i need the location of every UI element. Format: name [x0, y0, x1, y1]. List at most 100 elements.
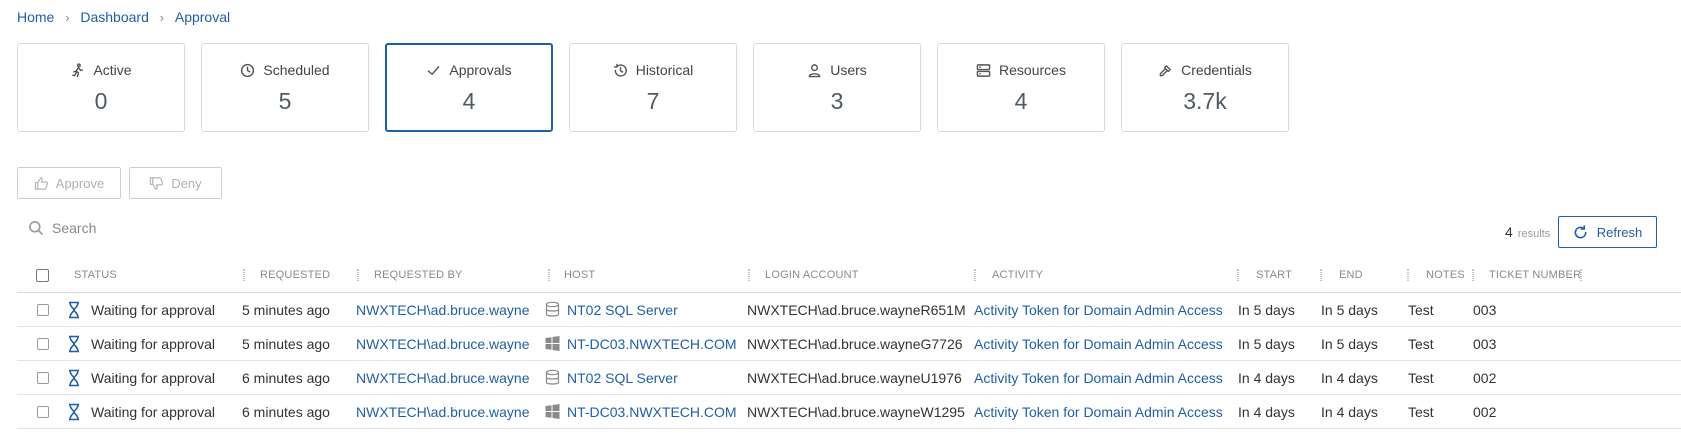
- requested-cell: 6 minutes ago: [242, 403, 330, 420]
- col-activity[interactable]: ACTIVITY: [992, 261, 1043, 289]
- table-row[interactable]: Waiting for approval 5 minutes ago NWXTECH…: [17, 327, 1681, 361]
- col-start[interactable]: START: [1256, 261, 1292, 289]
- card-label: Historical: [635, 62, 694, 78]
- col-requested[interactable]: REQUESTED: [260, 261, 330, 289]
- status-text: Waiting for approval: [91, 301, 215, 318]
- host-cell: NT-DC03.NWXTECH.COM: [544, 395, 737, 428]
- end-cell: In 5 days: [1321, 301, 1378, 318]
- card-value: 5: [278, 88, 292, 114]
- activity-link[interactable]: Activity Token for Domain Admin Access: [974, 370, 1223, 386]
- host-cell: NT02 SQL Server: [544, 361, 678, 394]
- windows-icon: [545, 336, 560, 351]
- col-host[interactable]: HOST: [564, 261, 595, 289]
- status-cell: Waiting for approval: [67, 395, 215, 428]
- breadcrumb-home[interactable]: Home: [17, 9, 54, 25]
- card-label: Scheduled: [263, 62, 330, 78]
- requested-cell: 5 minutes ago: [242, 301, 330, 318]
- host-link[interactable]: NT02 SQL Server: [567, 370, 678, 386]
- card-resources[interactable]: Resources 4: [937, 43, 1105, 132]
- table-row[interactable]: Waiting for approval 5 minutes ago NWXTECH…: [17, 293, 1681, 327]
- column-resize-handle[interactable]: [1320, 269, 1322, 281]
- results-number: 4: [1505, 224, 1513, 240]
- requested-cell: 5 minutes ago: [242, 335, 330, 352]
- notes-cell: Test: [1408, 335, 1434, 352]
- status-cell: Waiting for approval: [67, 327, 215, 360]
- hourglass-icon: [69, 403, 79, 420]
- card-credentials[interactable]: Credentials 3.7k: [1121, 43, 1289, 132]
- column-resize-handle[interactable]: [1472, 269, 1474, 281]
- column-resize-handle[interactable]: [357, 269, 359, 281]
- col-ticket-number[interactable]: TICKET NUMBER: [1489, 261, 1581, 289]
- column-resize-handle[interactable]: [1580, 269, 1582, 281]
- start-cell: In 5 days: [1238, 335, 1295, 352]
- refresh-button[interactable]: Refresh: [1558, 216, 1657, 248]
- database-icon: [545, 301, 560, 317]
- col-status[interactable]: STATUS: [74, 261, 117, 289]
- table-header: STATUS REQUESTED REQUESTED BY HOST LOGIN…: [17, 261, 1681, 293]
- approve-button[interactable]: Approve: [17, 167, 121, 199]
- status-cell: Waiting for approval: [67, 293, 215, 326]
- notes-cell: Test: [1408, 403, 1434, 420]
- table-row[interactable]: Waiting for approval 6 minutes ago NWXTECH…: [17, 395, 1681, 429]
- activity-link[interactable]: Activity Token for Domain Admin Access: [974, 404, 1223, 420]
- row-checkbox[interactable]: [37, 337, 49, 350]
- col-notes[interactable]: NOTES: [1426, 261, 1465, 289]
- card-historical[interactable]: Historical 7: [569, 43, 737, 132]
- col-requested-by[interactable]: REQUESTED BY: [374, 261, 463, 289]
- column-resize-handle[interactable]: [748, 269, 750, 281]
- search-input[interactable]: [52, 220, 352, 236]
- requested-by-link[interactable]: NWXTECH\ad.bruce.wayne: [356, 302, 530, 318]
- chevron-right-icon: ›: [65, 9, 70, 25]
- select-all-checkbox[interactable]: [36, 268, 49, 282]
- host-link[interactable]: NT-DC03.NWXTECH.COM: [567, 404, 737, 420]
- card-label: Approvals: [449, 62, 512, 78]
- action-bar: Approve Deny: [17, 167, 230, 199]
- start-cell: In 4 days: [1238, 369, 1295, 386]
- results-count: 4 results: [1505, 224, 1550, 240]
- key-icon: [1159, 64, 1171, 76]
- card-value: 0: [94, 88, 108, 114]
- table-row[interactable]: Waiting for approval 6 minutes ago NWXTECH…: [17, 361, 1681, 395]
- col-login-account[interactable]: LOGIN ACCOUNT: [765, 261, 859, 289]
- host-link[interactable]: NT-DC03.NWXTECH.COM: [567, 336, 737, 352]
- status-text: Waiting for approval: [91, 403, 215, 420]
- breadcrumb-approval[interactable]: Approval: [175, 9, 230, 25]
- card-users[interactable]: Users 3: [753, 43, 921, 132]
- card-label: Credentials: [1181, 62, 1252, 78]
- breadcrumb-dashboard[interactable]: Dashboard: [80, 9, 149, 25]
- refresh-label: Refresh: [1596, 224, 1643, 240]
- column-resize-handle[interactable]: [1237, 269, 1239, 281]
- card-value: 4: [462, 88, 476, 114]
- thumbs-down-icon: [150, 176, 164, 190]
- card-value: 7: [646, 88, 660, 114]
- windows-icon: [545, 404, 560, 419]
- requested-by-link[interactable]: NWXTECH\ad.bruce.wayne: [356, 404, 530, 420]
- col-end[interactable]: END: [1339, 261, 1363, 289]
- activity-link[interactable]: Activity Token for Domain Admin Access: [974, 336, 1223, 352]
- requested-by-link[interactable]: NWXTECH\ad.bruce.wayne: [356, 336, 530, 352]
- row-checkbox[interactable]: [37, 303, 49, 316]
- requested-cell: 6 minutes ago: [242, 369, 330, 386]
- column-resize-handle[interactable]: [548, 269, 550, 281]
- status-text: Waiting for approval: [91, 335, 215, 352]
- card-value: 3.7k: [1183, 88, 1227, 114]
- summary-cards: Active 0 Scheduled 5 Approvals 4 Histori…: [17, 43, 1305, 132]
- card-scheduled[interactable]: Scheduled 5: [201, 43, 369, 132]
- host-link[interactable]: NT02 SQL Server: [567, 302, 678, 318]
- ticket-number-cell: 002: [1473, 403, 1497, 420]
- clock-icon: [241, 63, 255, 77]
- column-resize-handle[interactable]: [974, 269, 976, 281]
- deny-button[interactable]: Deny: [129, 167, 222, 199]
- row-checkbox[interactable]: [37, 405, 49, 418]
- status-cell: Waiting for approval: [67, 361, 215, 394]
- activity-link[interactable]: Activity Token for Domain Admin Access: [974, 302, 1223, 318]
- row-checkbox[interactable]: [37, 371, 49, 384]
- card-active[interactable]: Active 0: [17, 43, 185, 132]
- card-approvals[interactable]: Approvals 4: [385, 43, 553, 132]
- history-icon: [613, 63, 627, 77]
- requested-by-link[interactable]: NWXTECH\ad.bruce.wayne: [356, 370, 530, 386]
- approvals-table: STATUS REQUESTED REQUESTED BY HOST LOGIN…: [17, 261, 1681, 429]
- checkmark-icon: [428, 65, 440, 75]
- column-resize-handle[interactable]: [1407, 269, 1409, 281]
- column-resize-handle[interactable]: [243, 269, 245, 281]
